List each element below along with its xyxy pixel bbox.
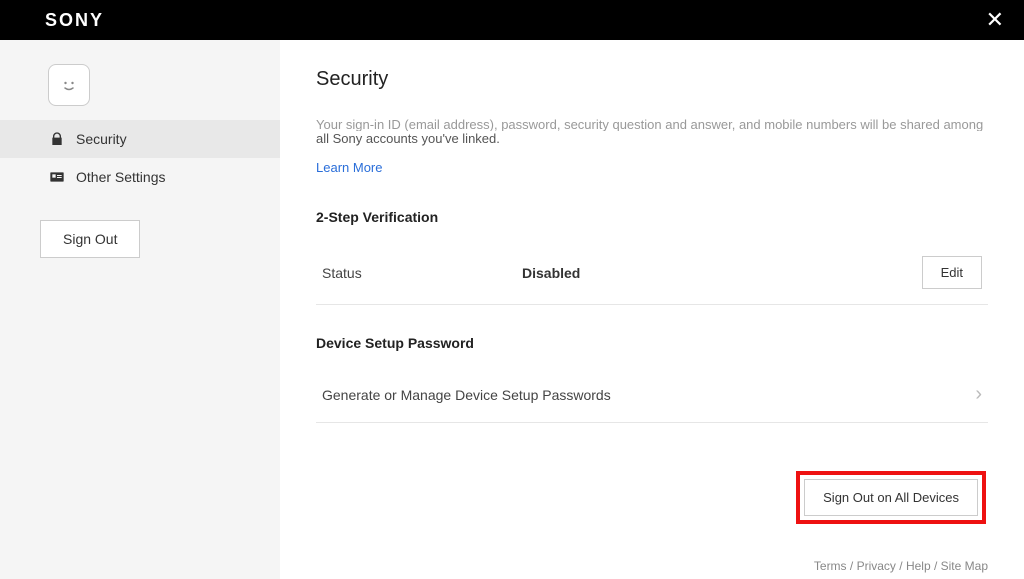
two-step-heading: 2-Step Verification <box>316 209 988 225</box>
page-title: Security <box>316 68 988 91</box>
top-bar: SONY ✕ <box>0 0 1024 40</box>
footer-privacy-link[interactable]: Privacy <box>857 559 896 573</box>
device-password-heading: Device Setup Password <box>316 335 988 351</box>
footer-terms-link[interactable]: Terms <box>814 559 847 573</box>
sidebar: Security Other Settings Sign Out <box>0 40 280 579</box>
intro-line-truncated: Your sign-in ID (email address), passwor… <box>316 113 988 131</box>
sign-out-all-wrap: Sign Out on All Devices <box>316 471 988 524</box>
chevron-right-icon: › <box>975 383 982 406</box>
sidebar-item-other-settings[interactable]: Other Settings <box>0 158 280 196</box>
status-label: Status <box>322 265 522 281</box>
device-password-label: Generate or Manage Device Setup Password… <box>322 387 611 403</box>
face-icon <box>57 73 81 97</box>
sidebar-item-label: Security <box>76 131 127 147</box>
avatar-block <box>0 58 280 120</box>
lock-icon <box>48 130 66 148</box>
avatar <box>48 64 90 106</box>
two-step-status-row: Status Disabled Edit <box>316 241 988 305</box>
sign-out-wrap: Sign Out <box>0 196 280 258</box>
footer-help-link[interactable]: Help <box>906 559 931 573</box>
id-card-icon <box>48 168 66 186</box>
edit-button[interactable]: Edit <box>922 256 982 289</box>
sign-out-button[interactable]: Sign Out <box>40 220 140 258</box>
sign-out-all-devices-button[interactable]: Sign Out on All Devices <box>804 479 978 516</box>
highlight-annotation: Sign Out on All Devices <box>796 471 986 524</box>
close-icon[interactable]: ✕ <box>986 7 1004 33</box>
footer-links: Terms / Privacy / Help / Site Map <box>814 559 988 573</box>
brand-logo: SONY <box>45 10 104 31</box>
sidebar-item-security[interactable]: Security <box>0 120 280 158</box>
sidebar-item-label: Other Settings <box>76 169 166 185</box>
device-password-row[interactable]: Generate or Manage Device Setup Password… <box>316 367 988 423</box>
layout: Security Other Settings Sign Out Securit… <box>0 40 1024 579</box>
intro-line-2: all Sony accounts you've linked. <box>316 131 988 146</box>
learn-more-link[interactable]: Learn More <box>316 160 988 175</box>
main-content: Security Your sign-in ID (email address)… <box>280 40 1024 579</box>
footer-sitemap-link[interactable]: Site Map <box>941 559 988 573</box>
status-value: Disabled <box>522 265 922 281</box>
